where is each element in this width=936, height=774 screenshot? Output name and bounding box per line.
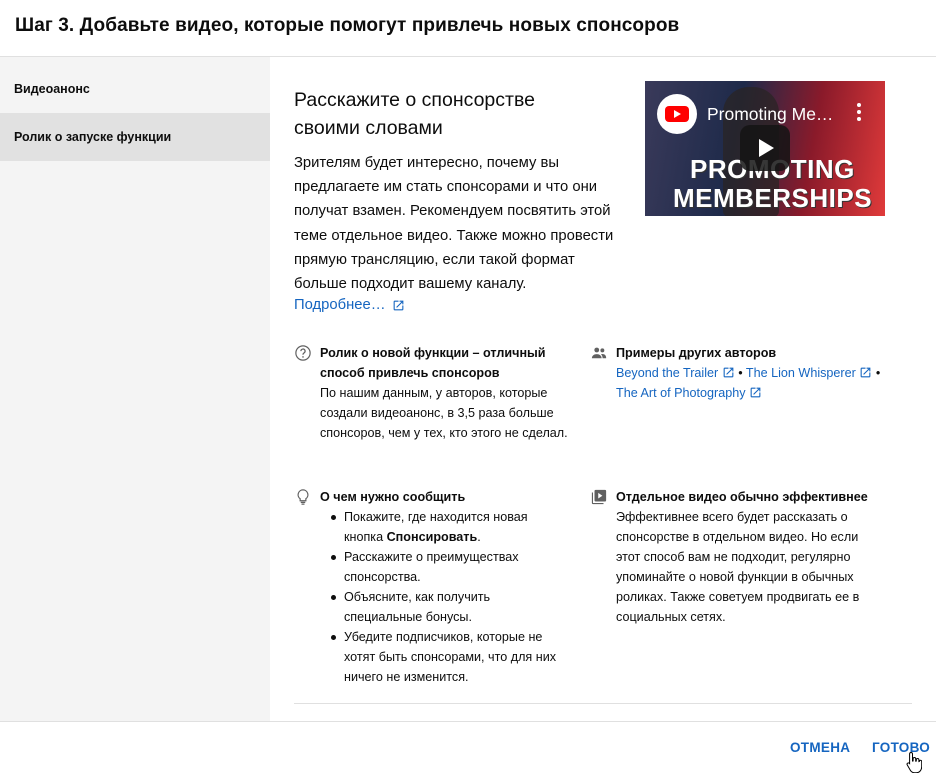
list-item-emphasis: Спонсировать (386, 530, 478, 544)
examples-block: Примеры других авторов Beyond the Traile… (590, 343, 890, 403)
example-link-the-lion-whisperer[interactable]: The Lion Whisperer (746, 366, 872, 380)
list-item: Расскажите о преимуществах спонсорства. (320, 547, 560, 587)
play-button-icon[interactable] (740, 125, 790, 171)
dialog-header: Шаг 3. Добавьте видео, которые помогут п… (0, 0, 936, 57)
external-link-icon (860, 367, 871, 378)
examples-title: Примеры других авторов (616, 346, 777, 360)
main-content: Расскажите о спонсорстве своими словами … (270, 57, 936, 721)
list-item: Объясните, как получить специальные бону… (320, 587, 560, 627)
video-overlay-line2: MEMBERSHIPS (673, 183, 873, 213)
video-thumbnail[interactable]: Promoting Me… PROMOTING MEMBERSHIPS (645, 81, 885, 216)
separate-video-title: Отдельное видео обычно эффективнее (616, 490, 868, 504)
sidebar-item-launch-video[interactable]: Ролик о запуске функции (0, 113, 270, 161)
lightbulb-icon (297, 489, 309, 505)
video-title: Promoting Me… (707, 104, 834, 124)
what-to-say-list: Покажите, где находится новая кнопка Спо… (320, 507, 560, 687)
learn-more-link[interactable]: Подробнее… (294, 297, 405, 313)
new-feature-title: Ролик о новой функции – отличный способ … (320, 346, 546, 380)
separate-video-block: Отдельное видео обычно эффективнее Эффек… (590, 487, 890, 667)
examples-links: Beyond the Trailer • The Lion Whisperer … (616, 363, 891, 403)
list-item-punct: . (477, 530, 481, 544)
dialog-footer: ОТМЕНА ГОТОВО (0, 721, 936, 774)
example-link-label: The Art of Photography (616, 386, 746, 400)
example-link-label: Beyond the Trailer (616, 366, 719, 380)
example-link-label: The Lion Whisperer (745, 366, 856, 380)
people-icon (591, 347, 607, 359)
list-item: Убедите подписчиков, которые не хотят бы… (320, 627, 560, 687)
new-feature-block: Ролик о новой функции – отличный способ … (294, 343, 568, 473)
list-item: Покажите, где находится новая кнопка Спо… (320, 507, 560, 547)
link-separator: • (738, 366, 743, 380)
sidebar: Видеоанонс Ролик о запуске функции (0, 57, 270, 721)
dialog-title: Шаг 3. Добавьте видео, которые помогут п… (15, 15, 680, 36)
sidebar-item-trailer[interactable]: Видеоанонс (0, 65, 270, 113)
video-library-icon (591, 489, 607, 505)
what-to-say-title: О чем нужно сообщить (320, 490, 466, 504)
learn-more-label: Подробнее… (294, 297, 386, 313)
link-separator: • (875, 366, 881, 380)
new-feature-text: По нашим данным, у авторов, которые созд… (320, 386, 568, 440)
cancel-button[interactable]: ОТМЕНА (790, 740, 850, 755)
youtube-logo-icon (657, 94, 697, 134)
external-link-icon (750, 387, 761, 398)
external-link-icon (393, 300, 403, 310)
intro-text: Зрителям будет интересно, почему вы пред… (294, 155, 614, 293)
help-circle-icon (295, 345, 311, 361)
external-link-icon (723, 367, 734, 378)
content-divider (294, 703, 912, 704)
what-to-say-block: О чем нужно сообщить Покажите, где наход… (294, 487, 564, 697)
example-link-the-art-of-photography[interactable]: The Art of Photography (616, 386, 762, 400)
example-link-beyond-the-trailer[interactable]: Beyond the Trailer (616, 366, 735, 380)
separate-video-text: Эффективнее всего будет рассказать о спо… (616, 510, 860, 624)
intro-title: Расскажите о спонсорстве своими словами (294, 89, 535, 139)
hand-cursor-icon (906, 751, 922, 773)
more-vert-icon[interactable] (857, 103, 861, 121)
